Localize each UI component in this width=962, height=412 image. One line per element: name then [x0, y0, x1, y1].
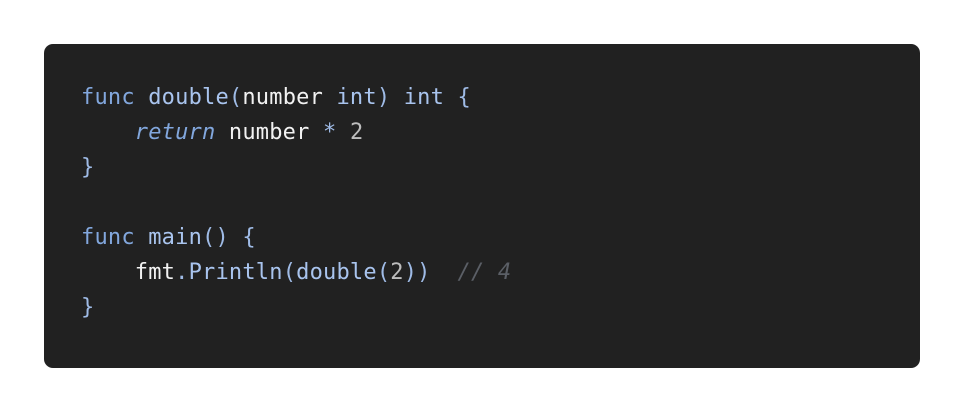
punctuation-token: } [81, 155, 95, 180]
number-token: 2 [390, 260, 404, 285]
function-name-token: double [148, 85, 229, 110]
function-name-token: double [296, 260, 377, 285]
function-name-token: Println [188, 260, 283, 285]
punctuation-token: ( [282, 260, 297, 285]
return-keyword-token: return [134, 120, 216, 145]
code-line: } [81, 290, 511, 325]
punctuation-token: ) [376, 85, 391, 110]
punctuation-token: } [81, 295, 95, 320]
keyword-token: func [81, 85, 135, 110]
punctuation-token: . [175, 260, 189, 285]
code-line: fmt.Println(double(2)) // 4 [81, 255, 511, 290]
identifier-token: number [228, 120, 310, 145]
type-token: int [336, 85, 377, 110]
function-name-token: main [148, 225, 203, 250]
code-block: func double(number int) int { return num… [81, 80, 511, 325]
type-token: int [403, 85, 445, 110]
identifier-token: number [242, 85, 324, 110]
punctuation-token: )) [403, 260, 431, 285]
code-line: } [81, 150, 511, 185]
punctuation-token: ( [376, 260, 391, 285]
code-line: func double(number int) int { [81, 80, 511, 115]
identifier-token: fmt [134, 260, 176, 285]
number-token: 2 [349, 120, 364, 145]
comment-token: // 4 [457, 260, 512, 285]
punctuation-token: ( [228, 85, 243, 110]
operator-token: * [323, 120, 337, 145]
punctuation-token: { [242, 225, 256, 250]
punctuation-token: () [202, 225, 229, 250]
punctuation-token: { [457, 85, 471, 110]
code-window: func double(number int) int { return num… [44, 44, 920, 368]
code-line: func main() { [81, 220, 511, 255]
code-line: return number * 2 [81, 115, 511, 150]
keyword-token: func [81, 225, 135, 250]
